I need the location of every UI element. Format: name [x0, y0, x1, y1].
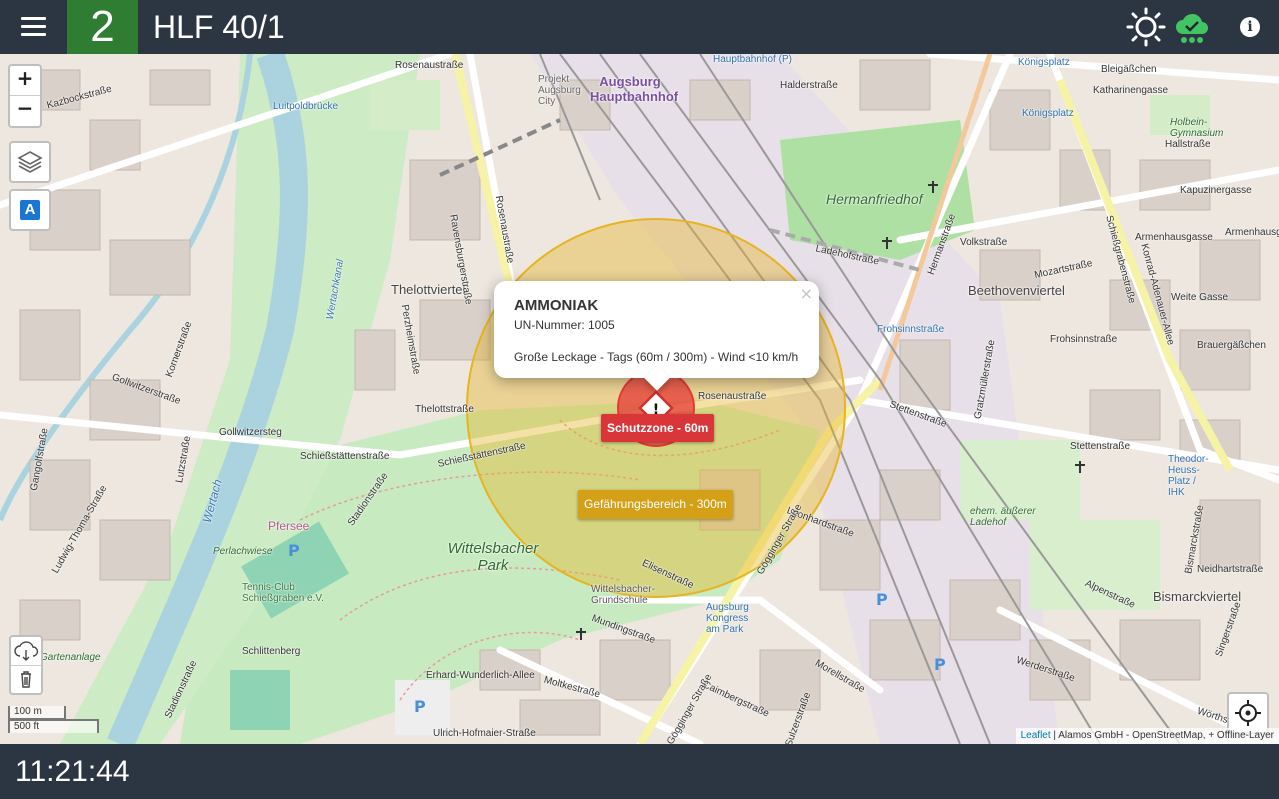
layers-icon	[17, 151, 43, 173]
map-attribution: Leaflet | Alamos GmbH - OpenStreetMap, +…	[1015, 728, 1279, 744]
map-label: Holbein-Gymnasium	[1170, 117, 1224, 139]
map-label: Armenhausgasse	[1225, 227, 1279, 238]
top-bar: 2 HLF 40/1 i	[0, 0, 1279, 54]
attribution-text: | Alamos GmbH - OpenStreetMap, + Offline…	[1050, 730, 1274, 741]
map-label: Thelottviertel	[391, 282, 466, 297]
un-number: UN-Nummer: 1005	[514, 318, 615, 332]
map-label: Halderstraße	[780, 80, 838, 91]
map-label: Luitpoldbrücke	[273, 101, 339, 112]
menu-icon	[21, 17, 46, 20]
info-icon[interactable]: i	[1240, 17, 1260, 37]
map-label: Hauptbahnhof (P)	[713, 54, 792, 65]
layers-button[interactable]	[9, 141, 51, 183]
inner-zone-label[interactable]: Schutzzone - 60m	[601, 414, 715, 442]
map-label: Perlachwiese	[213, 546, 273, 557]
map-label: Wittelsbacher-Grundschule	[591, 584, 655, 606]
incident-description: Große Leckage - Tags (60m / 300m) - Wind…	[514, 350, 799, 364]
map-label: Hermanfriedhof	[826, 191, 923, 207]
map-label: Rosenaustraße	[698, 391, 767, 402]
map-label: Pfersee	[268, 519, 310, 533]
svg-text:P: P	[414, 697, 426, 716]
text-layer-button[interactable]: A	[9, 189, 51, 231]
map-label: Kapuzinergasse	[1180, 185, 1252, 196]
map-label: Augsburg Hauptbahnhof	[590, 74, 679, 104]
map-label: Frohsinnstraße	[877, 324, 945, 335]
trash-icon	[21, 671, 31, 688]
map-label: Volkstraße	[960, 237, 1008, 248]
map-label: Königsplatz	[1022, 108, 1074, 119]
zoom-out-button[interactable]: −	[10, 96, 40, 126]
map-label: Armenhausgasse	[1135, 232, 1213, 243]
map-label: Königsplatz	[1018, 57, 1070, 68]
map-label: Erhard-Wunderlich-Allee	[426, 670, 535, 681]
map-label: Brauergäßchen	[1197, 340, 1266, 351]
leaflet-link[interactable]: Leaflet	[1021, 730, 1051, 741]
map-label: Ulrich-Hofmaier-Straße	[433, 728, 536, 739]
cloud-check-icon	[1174, 8, 1210, 46]
map-label: Theodor-Heuss-Platz / IHK	[1168, 454, 1209, 498]
map-label: Schießstättenstraße	[300, 451, 390, 462]
menu-icon-line	[21, 25, 46, 28]
map-label: Katharinengasse	[1093, 85, 1169, 96]
crosshair-icon	[1235, 700, 1261, 726]
map-label: Augsburg Kongress am Park	[706, 602, 749, 635]
map-label: Tennis-Club Schießgraben e.V.	[242, 582, 324, 604]
offline-control	[9, 635, 43, 695]
outer-zone-label[interactable]: Gefährungsbereich - 300m	[578, 490, 733, 519]
map-label: ehem. äußerer Ladehof	[970, 506, 1036, 528]
map-label: Beethovenviertel	[968, 283, 1065, 298]
map-label: Neidhartstraße	[1197, 564, 1264, 575]
zoom-in-button[interactable]: +	[10, 66, 40, 96]
vehicle-title: HLF 40/1	[153, 9, 285, 45]
text-layer-icon: A	[20, 200, 40, 220]
map-view[interactable]: PP PP ! Augsburg Hauptbahnhof Projekt Au…	[0, 54, 1279, 744]
map-label: Schlittenberg	[242, 646, 301, 657]
map-label: Bismarckviertel	[1153, 589, 1242, 604]
map-label: Thelottstraße	[415, 404, 474, 415]
map-label: Frohsinnstraße	[1050, 334, 1118, 345]
map-label: Hallstraße	[1165, 139, 1211, 150]
sun-icon[interactable]	[1126, 7, 1166, 47]
close-icon[interactable]: ×	[800, 284, 813, 303]
map-label: Gollwitzersteg	[219, 427, 282, 438]
incident-popup: × AMMONIAK UN-Nummer: 1005 Große Leckage…	[494, 281, 819, 391]
map-label: Stettenstraße	[1070, 441, 1131, 452]
unit-number-badge: 2	[67, 0, 138, 54]
cloud-download-icon	[14, 641, 39, 661]
svg-text:P: P	[288, 541, 300, 560]
map-label: Rosenaustraße	[395, 60, 464, 71]
substance-title: AMMONIAK	[514, 297, 599, 314]
scale-imperial: 500 ft	[8, 719, 99, 733]
scale-metric: 100 m	[8, 706, 66, 720]
svg-text:P: P	[934, 655, 946, 674]
menu-icon-line	[21, 33, 46, 36]
map-label: Weite Gasse	[1171, 292, 1229, 303]
bottom-bar: 11:21:44	[0, 744, 1279, 799]
map-label: Projekt Augsburg City	[538, 74, 581, 107]
scale-bar: 100 m 500 ft	[8, 706, 99, 733]
map-label: Wittelsbacher Park	[447, 540, 539, 574]
map-label: Bleigäßchen	[1101, 64, 1157, 75]
clock: 11:21:44	[15, 755, 130, 788]
menu-button[interactable]	[0, 0, 66, 54]
trash-button[interactable]	[11, 666, 41, 693]
cloud-download-button[interactable]	[11, 637, 41, 666]
zoom-control: + −	[8, 64, 42, 128]
map-label: Gartenanlage	[40, 652, 101, 663]
svg-text:P: P	[876, 590, 888, 609]
